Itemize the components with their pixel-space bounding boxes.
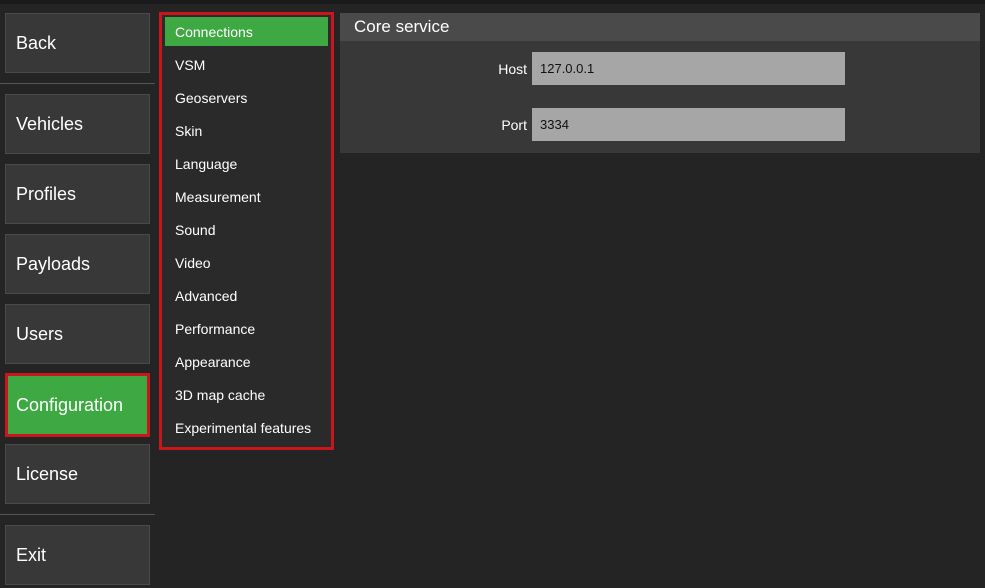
submenu-item-label: Skin: [175, 122, 203, 139]
submenu-item-skin[interactable]: Skin: [165, 116, 328, 145]
app-window: Back Vehicles Profiles Payloads Users Co…: [0, 0, 985, 588]
nav-item-label: Payloads: [16, 253, 91, 274]
back-button[interactable]: Back: [5, 13, 150, 73]
submenu-item-label: Appearance: [175, 353, 251, 370]
panel-title: Core service: [340, 13, 980, 41]
configuration-submenu: Connections VSM Geoservers Skin Language…: [159, 12, 334, 450]
nav-item-label: Configuration: [16, 394, 124, 415]
submenu-item-video[interactable]: Video: [165, 248, 328, 277]
submenu-item-measurement[interactable]: Measurement: [165, 182, 328, 211]
nav-item-profiles[interactable]: Profiles: [5, 164, 150, 224]
submenu-item-sound[interactable]: Sound: [165, 215, 328, 244]
submenu-item-3d-map-cache[interactable]: 3D map cache: [165, 380, 328, 409]
nav-item-label: Users: [16, 323, 64, 344]
nav-item-label: License: [16, 463, 79, 484]
submenu-item-vsm[interactable]: VSM: [165, 50, 328, 79]
submenu-item-label: Video: [175, 254, 211, 271]
submenu-item-label: Performance: [175, 320, 256, 337]
submenu-item-label: 3D map cache: [175, 386, 266, 403]
submenu-item-label: Experimental features: [175, 419, 312, 436]
port-input[interactable]: [532, 108, 845, 141]
nav-item-vehicles[interactable]: Vehicles: [5, 94, 150, 154]
submenu-item-geoservers[interactable]: Geoservers: [165, 83, 328, 112]
core-service-panel: Core service Host Port: [340, 13, 980, 153]
submenu-item-experimental-features[interactable]: Experimental features: [165, 413, 328, 442]
submenu-item-advanced[interactable]: Advanced: [165, 281, 328, 310]
submenu-item-appearance[interactable]: Appearance: [165, 347, 328, 376]
submenu-item-language[interactable]: Language: [165, 149, 328, 178]
nav-divider: [0, 514, 155, 515]
nav-item-label: Profiles: [16, 183, 77, 204]
submenu-item-connections[interactable]: Connections: [165, 17, 328, 46]
submenu-item-label: Connections: [175, 23, 253, 40]
nav-divider: [0, 83, 155, 84]
submenu-item-performance[interactable]: Performance: [165, 314, 328, 343]
submenu-item-label: Geoservers: [175, 89, 248, 106]
nav-item-users[interactable]: Users: [5, 304, 150, 364]
submenu-item-label: Sound: [175, 221, 216, 238]
nav-item-payloads[interactable]: Payloads: [5, 234, 150, 294]
submenu-item-label: Advanced: [175, 287, 238, 304]
nav-item-license[interactable]: License: [5, 444, 150, 504]
back-button-label: Back: [16, 32, 57, 53]
host-input[interactable]: [532, 52, 845, 85]
port-label: Port: [501, 117, 527, 133]
exit-button[interactable]: Exit: [5, 525, 150, 585]
submenu-item-label: Measurement: [175, 188, 261, 205]
submenu-item-label: Language: [175, 155, 238, 172]
top-border: [0, 0, 985, 4]
exit-button-label: Exit: [16, 544, 47, 565]
host-label: Host: [498, 61, 527, 77]
submenu-item-label: VSM: [175, 56, 206, 73]
nav-item-configuration[interactable]: Configuration: [5, 373, 150, 437]
nav-item-label: Vehicles: [16, 113, 84, 134]
